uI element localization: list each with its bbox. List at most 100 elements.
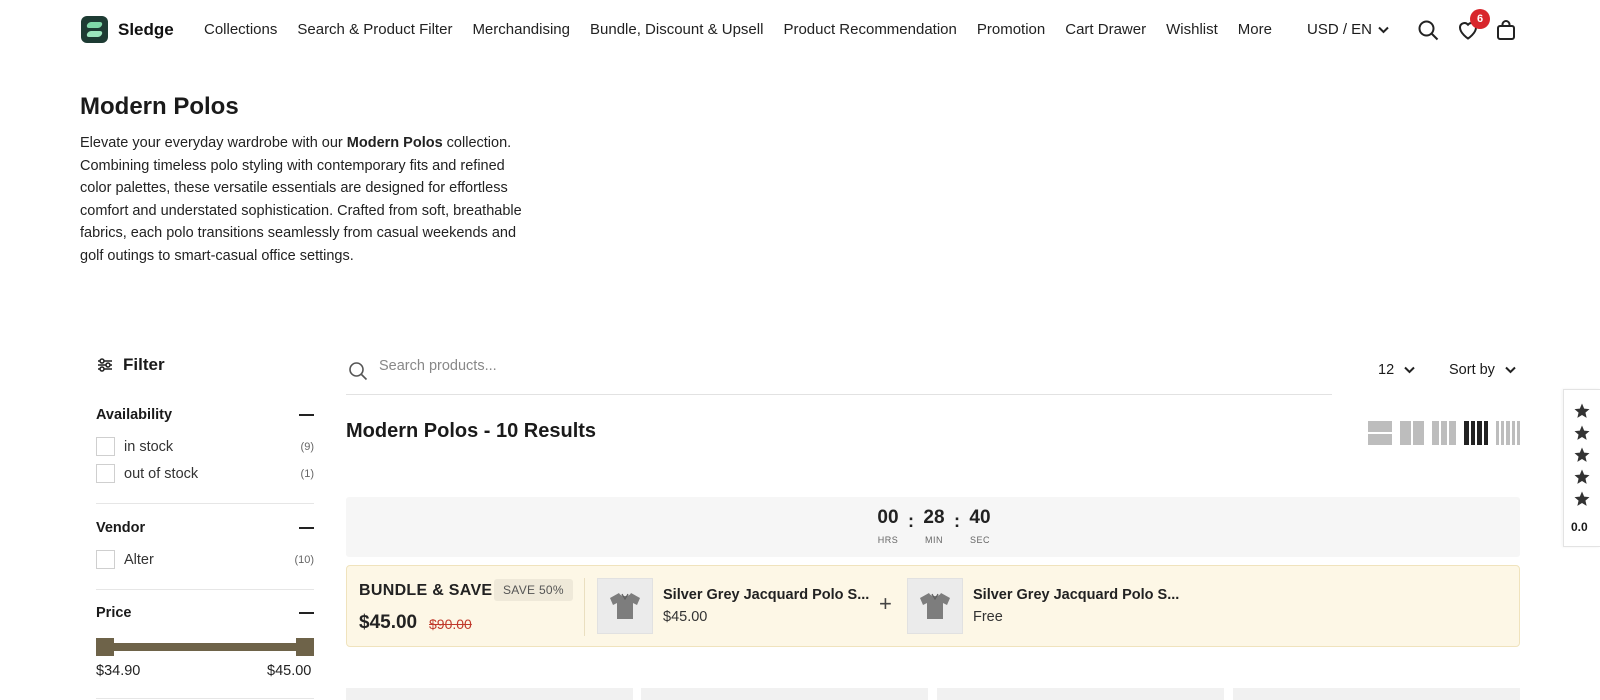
- bundle-price: $45.00: [359, 612, 418, 633]
- chevron-down-icon: [1404, 366, 1415, 374]
- countdown-minutes: 28: [923, 507, 945, 528]
- rating-stars: [1573, 402, 1591, 508]
- nav-item-wishlist[interactable]: Wishlist: [1166, 21, 1218, 38]
- price-min-value: $34.90: [96, 663, 141, 679]
- sort-select[interactable]: Sort by: [1449, 362, 1516, 378]
- search-icon: [349, 362, 368, 381]
- search-input[interactable]: [379, 358, 1279, 374]
- availability-header[interactable]: Availability: [96, 407, 314, 423]
- filter-vendor: Vendor Alter (10): [96, 520, 314, 569]
- minutes-label: MIN: [925, 535, 943, 545]
- bundle-title: BUNDLE & SAVE: [359, 582, 493, 599]
- nav-item-more[interactable]: More: [1238, 21, 1272, 38]
- polo-shirt-icon: [920, 593, 950, 619]
- nav-item-promotion[interactable]: Promotion: [977, 21, 1045, 38]
- filter-availability: Availability in stock (9) out of stock (…: [96, 407, 314, 483]
- main-nav: Collections Search & Product Filter Merc…: [204, 21, 1272, 38]
- grid-layout-switcher: [1368, 421, 1521, 445]
- product-card[interactable]: [641, 688, 928, 700]
- star-icon: [1574, 403, 1590, 418]
- option-count: (10): [294, 553, 314, 566]
- wishlist-count-badge: 6: [1470, 9, 1490, 29]
- layout-2-col-icon[interactable]: [1400, 421, 1424, 445]
- countdown-timer: 00 HRS : 28 MIN : 40 SEC: [873, 507, 995, 545]
- vendor-title: Vendor: [96, 520, 146, 536]
- bundle-item-name[interactable]: Silver Grey Jacquard Polo S...: [973, 587, 1179, 603]
- time-separator: :: [908, 511, 914, 531]
- hours-label: HRS: [877, 535, 899, 545]
- countdown-seconds: 40: [969, 507, 991, 528]
- checkbox[interactable]: [96, 437, 115, 456]
- nav-item-recommendation[interactable]: Product Recommendation: [783, 21, 956, 38]
- checkbox[interactable]: [96, 550, 115, 569]
- option-count: (1): [300, 467, 314, 480]
- option-label: in stock: [124, 438, 174, 455]
- bundle-item-name[interactable]: Silver Grey Jacquard Polo S...: [663, 587, 869, 603]
- option-count: (9): [300, 440, 314, 453]
- results-title: Modern Polos - 10 Results: [346, 420, 597, 442]
- availability-title: Availability: [96, 407, 173, 423]
- product-thumbnail[interactable]: [907, 578, 963, 634]
- brand-logo[interactable]: Sledge: [81, 16, 174, 43]
- rating-score: 0.0: [1571, 520, 1588, 534]
- option-label: Alter: [124, 551, 154, 568]
- nav-item-collections[interactable]: Collections: [204, 21, 277, 38]
- time-separator: :: [954, 511, 960, 531]
- option-label: out of stock: [124, 465, 199, 482]
- logo-icon: [81, 16, 108, 43]
- layout-4-col-icon[interactable]: [1464, 421, 1488, 445]
- nav-item-bundle[interactable]: Bundle, Discount & Upsell: [590, 21, 763, 38]
- seconds-label: SEC: [969, 535, 990, 545]
- bundle-item[interactable]: Silver Grey Jacquard Polo S... Free: [907, 578, 1179, 634]
- star-icon: [1574, 469, 1590, 484]
- product-search: [346, 350, 1332, 395]
- filter-price: Price: [96, 605, 314, 621]
- vendor-header[interactable]: Vendor: [96, 520, 314, 536]
- intro-text-rest: collection. Combining timeless polo styl…: [80, 135, 522, 264]
- layout-list-icon[interactable]: [1368, 421, 1392, 445]
- bundle-old-price: $90.00: [429, 616, 472, 632]
- product-card[interactable]: [346, 688, 633, 700]
- chevron-down-icon: [1378, 26, 1389, 33]
- price-title: Price: [96, 605, 132, 621]
- currency-label: USD / EN: [1307, 21, 1373, 38]
- price-range-min-handle[interactable]: [96, 638, 114, 656]
- nav-item-cart-drawer[interactable]: Cart Drawer: [1065, 21, 1146, 38]
- filter-divider: [96, 589, 314, 590]
- layout-3-col-icon[interactable]: [1432, 421, 1457, 445]
- currency-selector[interactable]: USD / EN: [1307, 21, 1389, 38]
- layout-5-col-icon[interactable]: [1496, 421, 1521, 445]
- collapse-icon[interactable]: [299, 414, 314, 416]
- nav-item-search-filter[interactable]: Search & Product Filter: [297, 21, 452, 38]
- price-header[interactable]: Price: [96, 605, 314, 621]
- product-thumbnail[interactable]: [597, 578, 653, 634]
- nav-item-merchandising[interactable]: Merchandising: [472, 21, 570, 38]
- product-card[interactable]: [937, 688, 1224, 700]
- reviews-floating-tab[interactable]: 0.0: [1563, 389, 1600, 547]
- filter-toggle[interactable]: Filter: [97, 355, 165, 375]
- price-range-track[interactable]: [96, 643, 314, 651]
- bundle-divider: [584, 578, 585, 636]
- star-icon: [1574, 491, 1590, 506]
- sliders-icon: [98, 358, 112, 372]
- star-icon: [1574, 425, 1590, 440]
- chevron-down-icon: [1505, 366, 1516, 374]
- per-page-select[interactable]: 12: [1378, 362, 1415, 378]
- filter-option-in-stock[interactable]: in stock (9): [96, 437, 314, 456]
- plus-icon: +: [879, 591, 892, 616]
- product-card[interactable]: [1233, 688, 1520, 700]
- checkbox[interactable]: [96, 464, 115, 483]
- collapse-icon[interactable]: [299, 612, 314, 614]
- cart-bag-icon[interactable]: [1494, 18, 1518, 42]
- price-max-value: $45.00: [267, 663, 312, 679]
- intro-text: Elevate your everyday wardrobe with our: [80, 135, 347, 151]
- bundle-offer[interactable]: BUNDLE & SAVE SAVE 50% $45.00 $90.00 Sil…: [346, 565, 1520, 647]
- collapse-icon[interactable]: [299, 527, 314, 529]
- per-page-value: 12: [1378, 362, 1395, 378]
- filter-option-out-of-stock[interactable]: out of stock (1): [96, 464, 314, 483]
- bundle-item-price: $45.00: [663, 609, 708, 625]
- filter-option-alter[interactable]: Alter (10): [96, 550, 314, 569]
- bundle-item[interactable]: Silver Grey Jacquard Polo S... $45.00: [597, 578, 869, 634]
- search-icon[interactable]: [1416, 18, 1440, 42]
- price-range-max-handle[interactable]: [296, 638, 314, 656]
